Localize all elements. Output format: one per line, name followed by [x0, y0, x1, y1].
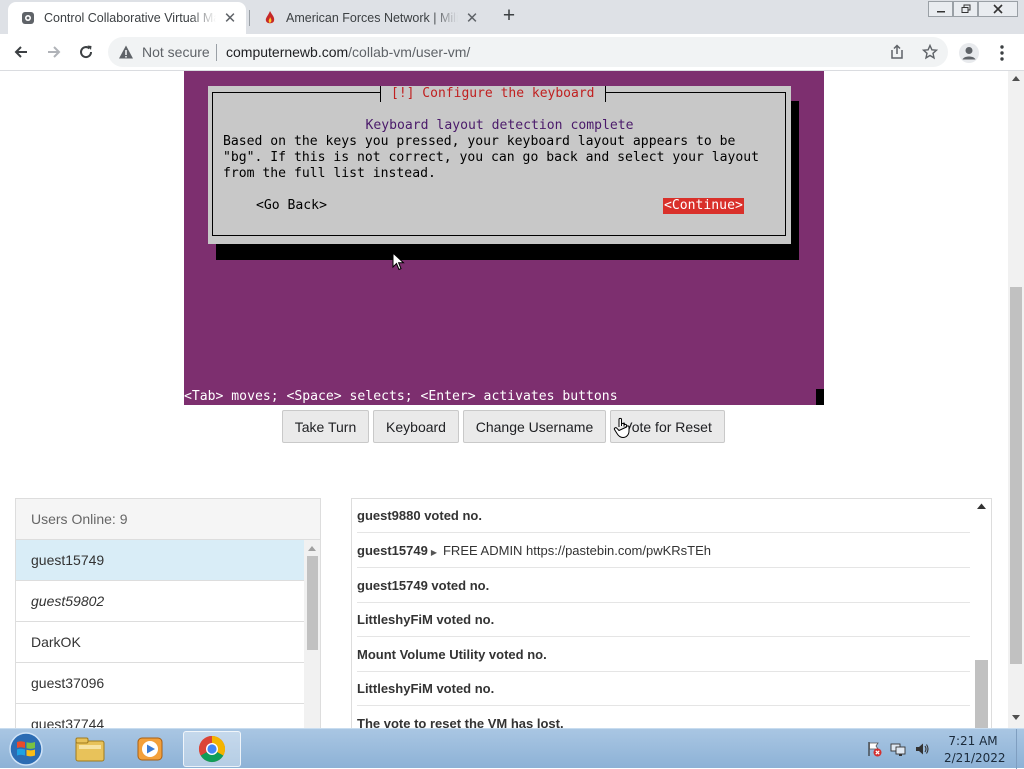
chat-message: The vote to reset the VM has lost.: [357, 707, 970, 728]
users-online-header: Users Online: 9: [16, 499, 320, 540]
chat-arrow-icon: ▶: [430, 548, 437, 557]
clock-date[interactable]: 2/21/2022: [944, 751, 1006, 765]
chat-message: guest15749 ▶ FREE ADMIN https://pastebin.c…: [357, 534, 970, 568]
chat-message: LittleshyFiM voted no.: [357, 603, 970, 637]
url-host: computernewb.com: [226, 44, 349, 60]
continue-button[interactable]: <Continue>: [663, 198, 744, 214]
users-list: guest15749 guest59802 DarkOK guest37096 …: [16, 540, 304, 728]
window-close-button[interactable]: [978, 1, 1018, 17]
browser-tab-strip: Control Collaborative Virtual Machines ✕…: [0, 0, 1024, 34]
chat-message: Mount Volume Utility voted no.: [357, 638, 970, 672]
restore-icon: [961, 4, 970, 13]
scroll-up-arrow-icon[interactable]: [1012, 75, 1020, 81]
browser-toolbar: Not secure computernewb.com/collab-vm/us…: [0, 34, 1024, 71]
user-list-item[interactable]: DarkOK: [16, 622, 304, 663]
back-arrow-icon: [14, 46, 27, 58]
chat-text: FREE ADMIN https://pastebin.com/pwKRsTEh: [442, 543, 712, 558]
forward-arrow-icon: [48, 46, 61, 58]
chat-system-text: The vote to reset the VM has lost.: [357, 716, 564, 728]
chat-system-text: guest15749 voted no.: [357, 578, 490, 593]
menu-kebab-icon[interactable]: [994, 43, 1010, 63]
taskbar-media-player-button[interactable]: [121, 731, 179, 767]
windows-start-icon[interactable]: [7, 731, 45, 767]
chat-username[interactable]: guest15749: [357, 543, 428, 558]
take-turn-button[interactable]: Take Turn: [282, 410, 369, 443]
page-content: [!] Configure the keyboard Keyboard layo…: [0, 71, 1008, 728]
scroll-down-arrow-icon[interactable]: [1012, 715, 1020, 721]
keyboard-button[interactable]: Keyboard: [373, 410, 459, 443]
tab-close-icon[interactable]: ✕: [464, 10, 480, 27]
minimize-button[interactable]: [928, 1, 953, 17]
explorer-icon: [75, 737, 105, 762]
reload-icon: [80, 45, 93, 59]
dialog-body-line: Based on the keys you pressed, your keyb…: [223, 134, 736, 149]
taskbar-chrome-button[interactable]: [183, 731, 241, 767]
chat-panel: guest9880 voted no. guest15749 ▶ FREE ADMI…: [351, 498, 992, 728]
address-bar[interactable]: Not secure computernewb.com/collab-vm/us…: [108, 37, 948, 67]
user-list-item[interactable]: guest37096: [16, 663, 304, 704]
chat-message: LittleshyFiM voted no.: [357, 672, 970, 706]
dialog-body-line: from the full list instead.: [223, 166, 436, 181]
volume-icon[interactable]: [914, 741, 930, 757]
profile-avatar-icon[interactable]: [958, 42, 980, 64]
dialog-body-line: "bg". If this is not correct, you can go…: [223, 150, 760, 165]
chrome-icon: [198, 735, 226, 763]
tab-close-icon[interactable]: ✕: [222, 10, 238, 27]
tab-title: American Forces Network | Military: [286, 11, 458, 25]
user-list-item[interactable]: guest37744: [16, 704, 304, 728]
page-scrollbar-thumb[interactable]: [1010, 287, 1022, 664]
scroll-up-arrow-icon[interactable]: [308, 545, 316, 551]
tab-afn[interactable]: American Forces Network | Military ✕: [250, 2, 488, 34]
chat-system-text: LittleshyFiM voted no.: [357, 681, 495, 696]
go-back-button[interactable]: <Go Back>: [256, 198, 327, 214]
bookmark-star-icon[interactable]: [921, 43, 939, 60]
vm-corner-block: [816, 389, 824, 405]
hand-pointer-icon: [613, 417, 630, 439]
chat-system-text: guest9880 voted no.: [357, 508, 482, 523]
change-username-button[interactable]: Change Username: [463, 410, 606, 443]
restore-button[interactable]: [953, 1, 978, 17]
clock-time[interactable]: 7:21 AM: [944, 734, 1002, 748]
new-tab-button[interactable]: +: [498, 4, 520, 27]
user-list-item[interactable]: guest15749: [16, 540, 304, 581]
forward-button[interactable]: [41, 39, 67, 65]
reload-button[interactable]: [73, 39, 99, 65]
dialog-body: Based on the keys you pressed, your keyb…: [223, 134, 759, 182]
configure-keyboard-dialog: [!] Configure the keyboard Keyboard layo…: [208, 86, 791, 244]
users-online-panel: Users Online: 9 guest15749 guest59802 Da…: [15, 498, 321, 728]
users-scrollbar-thumb[interactable]: [307, 556, 318, 650]
chat-system-text: LittleshyFiM voted no.: [357, 612, 495, 627]
chat-message: guest15749 voted no.: [357, 569, 970, 603]
close-icon: [993, 4, 1003, 14]
vm-status-line: <Tab> moves; <Space> selects; <Enter> ac…: [184, 389, 618, 404]
share-icon[interactable]: [889, 44, 905, 60]
scroll-up-arrow-icon[interactable]: [977, 503, 986, 509]
show-desktop-button[interactable]: [1016, 729, 1024, 769]
address-divider: [216, 44, 217, 61]
afn-favicon-icon: [262, 10, 278, 26]
windows-taskbar: 7:21 AM 2/21/2022: [0, 728, 1024, 769]
warning-icon[interactable]: [118, 44, 134, 60]
url-text[interactable]: computernewb.com/collab-vm/user-vm/: [226, 44, 470, 60]
not-secure-label[interactable]: Not secure: [142, 44, 210, 60]
chat-message: guest9880 voted no.: [357, 499, 970, 533]
dialog-heading: Keyboard layout detection complete: [365, 118, 634, 133]
back-button[interactable]: [8, 39, 34, 65]
vm-display[interactable]: [!] Configure the keyboard Keyboard layo…: [184, 71, 824, 405]
chat-system-text: Mount Volume Utility voted no.: [357, 647, 547, 662]
tab-title: Control Collaborative Virtual Machines: [44, 11, 216, 25]
minimize-icon: [936, 11, 945, 13]
action-center-flag-icon[interactable]: [866, 741, 882, 757]
mouse-pointer-icon: [392, 252, 405, 271]
user-list-item[interactable]: guest59802: [16, 581, 304, 622]
chat-scrollbar-thumb[interactable]: [975, 660, 988, 728]
tab-collab-vm[interactable]: Control Collaborative Virtual Machines ✕: [8, 2, 246, 34]
media-player-icon: [137, 737, 163, 761]
network-icon[interactable]: [890, 741, 906, 757]
url-path: /collab-vm/user-vm/: [348, 44, 471, 60]
taskbar-explorer-button[interactable]: [61, 731, 119, 767]
dialog-title: [!] Configure the keyboard: [380, 86, 606, 102]
collab-vm-favicon-icon: [20, 10, 36, 26]
